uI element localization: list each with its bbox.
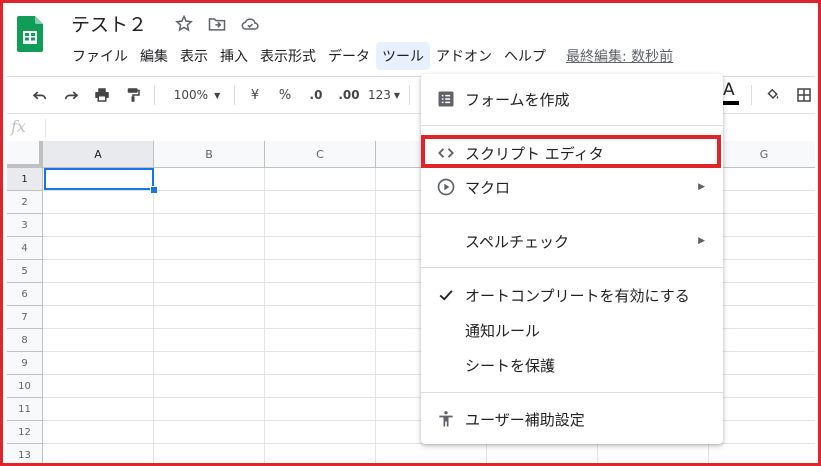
borders-icon[interactable]: [793, 85, 815, 105]
menu-item-autocomplete[interactable]: オートコンプリートを有効にする: [421, 279, 723, 311]
increase-decimal-button[interactable]: .00: [335, 85, 363, 105]
check-icon: [435, 284, 457, 306]
fill-handle[interactable]: [150, 186, 158, 194]
menu-item-notification-rules[interactable]: 通知ルール: [421, 314, 723, 346]
document-title[interactable]: テスト２: [71, 10, 147, 37]
menu-item-label: ユーザー補助設定: [465, 410, 585, 429]
dropdown-arrow-icon: ▼: [214, 90, 221, 100]
play-circle-icon: [435, 176, 457, 198]
select-all-corner[interactable]: [7, 141, 43, 168]
menu-item-label: 通知ルール: [465, 321, 541, 340]
undo-icon[interactable]: [29, 85, 51, 105]
column-header[interactable]: A: [43, 141, 154, 168]
row-header[interactable]: 3: [7, 214, 43, 237]
menu-item-protect-sheet[interactable]: シートを保護: [421, 349, 723, 381]
row-header[interactable]: 5: [7, 260, 43, 283]
move-to-folder-icon[interactable]: [207, 14, 227, 34]
row-header[interactable]: 12: [7, 421, 43, 444]
menu-item-label: マクロ: [465, 178, 511, 197]
active-cell-a1[interactable]: [44, 168, 154, 190]
annotation-highlight-box: [421, 135, 721, 168]
menu-item-spellcheck[interactable]: スペルチェック ▶: [421, 225, 723, 257]
submenu-arrow-icon: ▶: [698, 236, 705, 246]
fill-color-icon[interactable]: [762, 85, 784, 105]
redo-icon[interactable]: [60, 85, 82, 105]
row-header[interactable]: 9: [7, 352, 43, 375]
menu-item-label: フォームを作成: [465, 90, 570, 109]
menu-item-macros[interactable]: マクロ ▶: [421, 171, 723, 203]
paint-format-icon[interactable]: [122, 85, 144, 105]
column-header[interactable]: B: [154, 141, 265, 168]
menu-insert[interactable]: 挿入: [214, 42, 254, 70]
row-header[interactable]: 11: [7, 398, 43, 421]
menu-item-create-form[interactable]: フォームを作成: [421, 83, 723, 115]
menu-view[interactable]: 表示: [174, 42, 214, 70]
menu-item-label: オートコンプリートを有効にする: [465, 286, 690, 305]
zoom-value: 100%: [173, 88, 209, 102]
menu-format[interactable]: 表示形式: [254, 42, 322, 70]
star-icon[interactable]: [174, 14, 194, 34]
decrease-decimal-button[interactable]: .0: [304, 85, 328, 105]
form-icon: [435, 88, 457, 110]
more-formats-select[interactable]: 123 ▼: [366, 85, 402, 105]
menu-item-accessibility[interactable]: ユーザー補助設定: [421, 403, 723, 435]
row-header[interactable]: 1: [7, 168, 43, 191]
menu-item-label: スペルチェック: [465, 232, 569, 251]
print-icon[interactable]: [91, 85, 113, 105]
row-header[interactable]: 6: [7, 283, 43, 306]
tools-menu: フォームを作成 スクリプト エディタ マクロ ▶ スペルチェック ▶ オートコン…: [421, 74, 723, 444]
row-header[interactable]: 8: [7, 329, 43, 352]
submenu-arrow-icon: ▶: [698, 182, 705, 192]
menu-item-label: シートを保護: [465, 356, 556, 375]
cloud-saved-icon[interactable]: [240, 14, 260, 34]
sheets-logo-icon[interactable]: [17, 16, 43, 52]
menu-help[interactable]: ヘルプ: [498, 42, 552, 70]
text-color-swatch: [721, 101, 739, 105]
text-color-icon[interactable]: A: [723, 80, 735, 100]
menu-file[interactable]: ファイル: [66, 42, 134, 70]
row-header[interactable]: 13: [7, 444, 43, 463]
menu-addons[interactable]: アドオン: [430, 42, 498, 70]
menu-edit[interactable]: 編集: [134, 42, 174, 70]
menu-data[interactable]: データ: [322, 42, 376, 70]
column-header[interactable]: G: [709, 141, 815, 168]
last-edit-link[interactable]: 最終編集: 数秒前: [562, 42, 677, 70]
column-header[interactable]: C: [265, 141, 376, 168]
row-header[interactable]: 4: [7, 237, 43, 260]
dropdown-arrow-icon: ▼: [393, 90, 401, 100]
menu-tools[interactable]: ツール: [376, 42, 430, 70]
menu-bar: ファイル 編集 表示 挿入 表示形式 データ ツール アドオン ヘルプ 最終編集…: [66, 41, 677, 71]
zoom-select[interactable]: 100% ▼: [167, 85, 227, 105]
row-header[interactable]: 7: [7, 306, 43, 329]
more-formats-label: 123: [367, 88, 391, 102]
row-header[interactable]: 2: [7, 191, 43, 214]
currency-format-button[interactable]: ¥: [245, 85, 265, 105]
row-header[interactable]: 10: [7, 375, 43, 398]
percent-format-button[interactable]: %: [275, 85, 295, 105]
accessibility-icon: [435, 408, 457, 430]
fx-icon: fx: [11, 117, 26, 136]
